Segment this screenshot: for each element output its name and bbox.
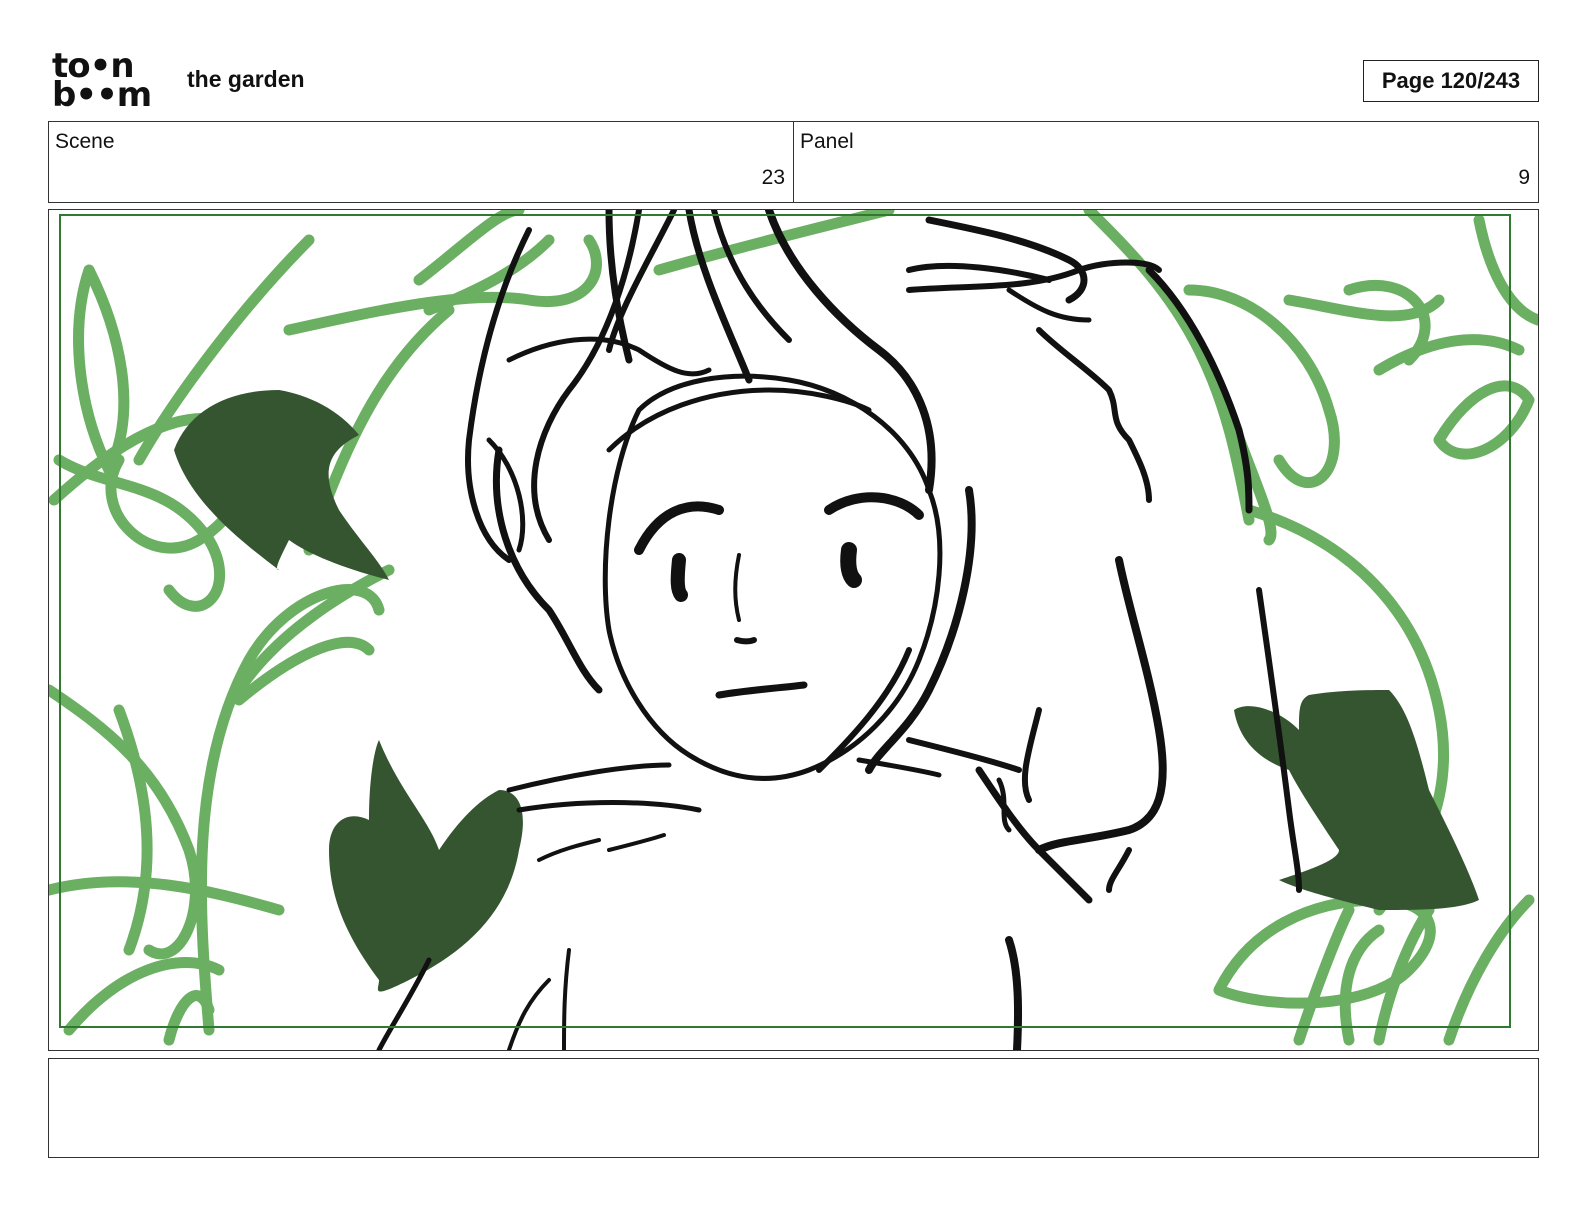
collar-line — [537, 838, 601, 862]
right-eye — [840, 542, 862, 588]
mouth — [715, 681, 808, 699]
vine-stroke — [1433, 380, 1535, 460]
vine-stroke — [233, 564, 395, 696]
vine-stroke — [1473, 214, 1538, 326]
arm-line — [1106, 847, 1132, 893]
vine-stroke — [49, 876, 285, 916]
hair-stroke — [531, 210, 642, 543]
vine-stroke — [1083, 210, 1255, 526]
hair-stroke — [1035, 556, 1167, 854]
arm-line — [1021, 707, 1042, 803]
page-counter: Page 120/243 — [1363, 60, 1539, 102]
body-line — [1005, 936, 1023, 1050]
panel-drawing — [49, 210, 1538, 1050]
left-eye — [670, 553, 688, 602]
arm-line — [975, 766, 1093, 904]
panel-number: 9 — [1518, 166, 1530, 189]
hair-stroke — [493, 446, 603, 694]
storyboard-panel — [48, 209, 1539, 1051]
vine-stroke — [1339, 924, 1385, 1046]
vine-stroke — [1443, 894, 1535, 1046]
vine-strokes — [49, 210, 1538, 1046]
dark-leaf — [174, 390, 389, 580]
caption-box — [48, 1058, 1539, 1158]
scene-cell: Scene 23 — [49, 122, 793, 202]
project-title: the garden — [187, 66, 305, 92]
face-outline — [606, 387, 872, 453]
scene-panel-info: Scene 23 Panel 9 — [48, 121, 1539, 203]
scene-label: Scene — [55, 130, 115, 153]
body-line — [507, 978, 551, 1050]
left-eyebrow — [634, 501, 724, 555]
hair-stroke — [865, 486, 976, 774]
nostril — [734, 637, 757, 645]
dark-leaf — [329, 740, 523, 992]
collar-line — [607, 833, 666, 852]
scene-number: 23 — [761, 166, 785, 189]
right-eyebrow — [824, 492, 924, 520]
nose — [733, 553, 741, 622]
hair-stroke — [906, 262, 1052, 283]
vine-stroke — [73, 264, 130, 476]
shoulder-line — [516, 800, 702, 813]
shoulder-line — [906, 737, 1022, 773]
vine-stroke — [1343, 279, 1431, 366]
hair-stroke — [1145, 266, 1253, 514]
body-line — [562, 948, 571, 1050]
logo-line-2: b••m — [52, 75, 152, 115]
hair-stroke — [1036, 327, 1152, 503]
panel-label: Panel — [800, 130, 854, 153]
vine-stroke — [195, 584, 385, 1036]
toonboom-logo: to•n b••m — [52, 49, 164, 115]
page-counter-text: Page 120/243 — [1381, 68, 1521, 93]
hair-stroke — [816, 647, 912, 773]
character-lineart — [376, 210, 1302, 1050]
shoulder-line — [506, 762, 672, 793]
dark-leaves — [174, 390, 1479, 992]
hair-stroke — [606, 210, 677, 353]
vine-stroke — [1373, 334, 1525, 376]
panel-cell: Panel 9 — [793, 122, 1538, 202]
face-outline — [602, 373, 943, 781]
